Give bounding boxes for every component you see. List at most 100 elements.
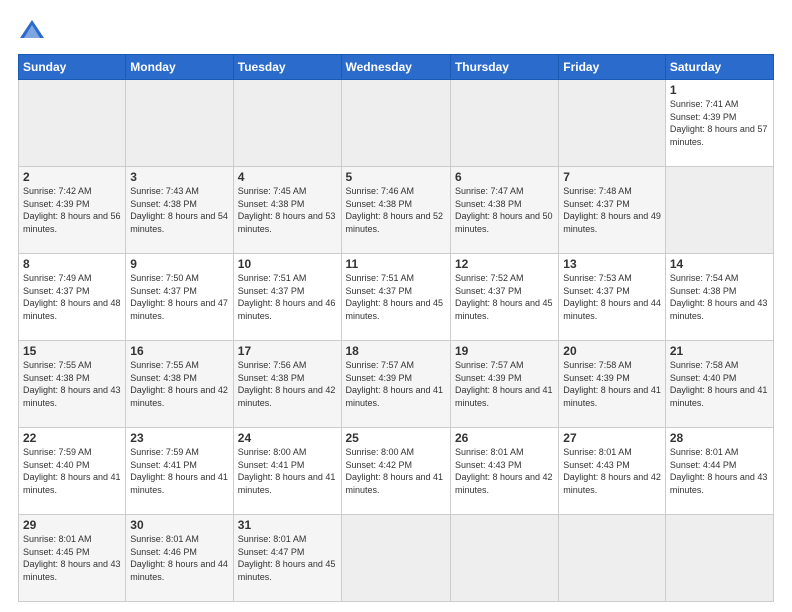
day-number: 25 — [346, 431, 446, 445]
calendar-cell: 14 Sunrise: 7:54 AMSunset: 4:38 PMDaylig… — [665, 254, 773, 341]
week-row-6: 29 Sunrise: 8:01 AMSunset: 4:45 PMDaylig… — [19, 515, 774, 602]
day-number: 12 — [455, 257, 554, 271]
day-info: Sunrise: 7:42 AMSunset: 4:39 PMDaylight:… — [23, 186, 121, 234]
calendar-cell: 7 Sunrise: 7:48 AMSunset: 4:37 PMDayligh… — [559, 167, 666, 254]
day-number: 13 — [563, 257, 661, 271]
calendar-cell: 2 Sunrise: 7:42 AMSunset: 4:39 PMDayligh… — [19, 167, 126, 254]
calendar-cell: 9 Sunrise: 7:50 AMSunset: 4:37 PMDayligh… — [126, 254, 233, 341]
day-number: 31 — [238, 518, 337, 532]
day-number: 3 — [130, 170, 228, 184]
calendar-cell: 13 Sunrise: 7:53 AMSunset: 4:37 PMDaylig… — [559, 254, 666, 341]
week-row-4: 15 Sunrise: 7:55 AMSunset: 4:38 PMDaylig… — [19, 341, 774, 428]
day-number: 21 — [670, 344, 769, 358]
calendar-cell: 26 Sunrise: 8:01 AMSunset: 4:43 PMDaylig… — [450, 428, 558, 515]
day-number: 17 — [238, 344, 337, 358]
calendar-cell: 16 Sunrise: 7:55 AMSunset: 4:38 PMDaylig… — [126, 341, 233, 428]
calendar-cell: 27 Sunrise: 8:01 AMSunset: 4:43 PMDaylig… — [559, 428, 666, 515]
calendar-cell: 5 Sunrise: 7:46 AMSunset: 4:38 PMDayligh… — [341, 167, 450, 254]
calendar-cell: 21 Sunrise: 7:58 AMSunset: 4:40 PMDaylig… — [665, 341, 773, 428]
calendar-cell — [665, 515, 773, 602]
day-number: 7 — [563, 170, 661, 184]
col-header-tuesday: Tuesday — [233, 55, 341, 80]
calendar-cell — [126, 80, 233, 167]
day-info: Sunrise: 7:57 AMSunset: 4:39 PMDaylight:… — [346, 360, 444, 408]
calendar-cell: 19 Sunrise: 7:57 AMSunset: 4:39 PMDaylig… — [450, 341, 558, 428]
day-info: Sunrise: 7:51 AMSunset: 4:37 PMDaylight:… — [238, 273, 336, 321]
calendar-cell: 6 Sunrise: 7:47 AMSunset: 4:38 PMDayligh… — [450, 167, 558, 254]
day-info: Sunrise: 7:59 AMSunset: 4:41 PMDaylight:… — [130, 447, 228, 495]
week-row-3: 8 Sunrise: 7:49 AMSunset: 4:37 PMDayligh… — [19, 254, 774, 341]
day-info: Sunrise: 8:01 AMSunset: 4:45 PMDaylight:… — [23, 534, 121, 582]
col-header-thursday: Thursday — [450, 55, 558, 80]
day-number: 29 — [23, 518, 121, 532]
calendar-cell: 11 Sunrise: 7:51 AMSunset: 4:37 PMDaylig… — [341, 254, 450, 341]
day-info: Sunrise: 7:45 AMSunset: 4:38 PMDaylight:… — [238, 186, 336, 234]
day-number: 4 — [238, 170, 337, 184]
day-info: Sunrise: 8:00 AMSunset: 4:41 PMDaylight:… — [238, 447, 336, 495]
day-number: 19 — [455, 344, 554, 358]
day-number: 22 — [23, 431, 121, 445]
calendar-cell: 31 Sunrise: 8:01 AMSunset: 4:47 PMDaylig… — [233, 515, 341, 602]
col-header-friday: Friday — [559, 55, 666, 80]
day-info: Sunrise: 7:57 AMSunset: 4:39 PMDaylight:… — [455, 360, 553, 408]
day-info: Sunrise: 7:53 AMSunset: 4:37 PMDaylight:… — [563, 273, 661, 321]
calendar-cell — [341, 515, 450, 602]
day-number: 20 — [563, 344, 661, 358]
col-header-wednesday: Wednesday — [341, 55, 450, 80]
day-number: 30 — [130, 518, 228, 532]
day-info: Sunrise: 8:01 AMSunset: 4:47 PMDaylight:… — [238, 534, 336, 582]
day-info: Sunrise: 7:41 AMSunset: 4:39 PMDaylight:… — [670, 99, 768, 147]
day-number: 27 — [563, 431, 661, 445]
day-info: Sunrise: 7:58 AMSunset: 4:39 PMDaylight:… — [563, 360, 661, 408]
day-number: 9 — [130, 257, 228, 271]
day-number: 10 — [238, 257, 337, 271]
day-number: 6 — [455, 170, 554, 184]
calendar-cell: 30 Sunrise: 8:01 AMSunset: 4:46 PMDaylig… — [126, 515, 233, 602]
calendar-cell: 18 Sunrise: 7:57 AMSunset: 4:39 PMDaylig… — [341, 341, 450, 428]
day-info: Sunrise: 7:55 AMSunset: 4:38 PMDaylight:… — [23, 360, 121, 408]
day-number: 23 — [130, 431, 228, 445]
day-number: 11 — [346, 257, 446, 271]
day-number: 14 — [670, 257, 769, 271]
logo — [18, 16, 50, 44]
day-info: Sunrise: 8:01 AMSunset: 4:43 PMDaylight:… — [455, 447, 553, 495]
day-info: Sunrise: 8:01 AMSunset: 4:44 PMDaylight:… — [670, 447, 768, 495]
calendar-cell — [559, 80, 666, 167]
col-header-saturday: Saturday — [665, 55, 773, 80]
week-row-5: 22 Sunrise: 7:59 AMSunset: 4:40 PMDaylig… — [19, 428, 774, 515]
day-info: Sunrise: 7:52 AMSunset: 4:37 PMDaylight:… — [455, 273, 553, 321]
header-row: SundayMondayTuesdayWednesdayThursdayFrid… — [19, 55, 774, 80]
calendar-table: SundayMondayTuesdayWednesdayThursdayFrid… — [18, 54, 774, 602]
calendar-cell — [450, 515, 558, 602]
day-info: Sunrise: 8:01 AMSunset: 4:43 PMDaylight:… — [563, 447, 661, 495]
calendar-cell — [665, 167, 773, 254]
calendar-cell — [559, 515, 666, 602]
calendar-cell: 28 Sunrise: 8:01 AMSunset: 4:44 PMDaylig… — [665, 428, 773, 515]
day-number: 15 — [23, 344, 121, 358]
day-info: Sunrise: 7:54 AMSunset: 4:38 PMDaylight:… — [670, 273, 768, 321]
week-row-1: 1 Sunrise: 7:41 AMSunset: 4:39 PMDayligh… — [19, 80, 774, 167]
day-number: 16 — [130, 344, 228, 358]
day-info: Sunrise: 7:50 AMSunset: 4:37 PMDaylight:… — [130, 273, 228, 321]
calendar-cell — [450, 80, 558, 167]
calendar-cell: 12 Sunrise: 7:52 AMSunset: 4:37 PMDaylig… — [450, 254, 558, 341]
calendar-cell: 10 Sunrise: 7:51 AMSunset: 4:37 PMDaylig… — [233, 254, 341, 341]
day-info: Sunrise: 7:43 AMSunset: 4:38 PMDaylight:… — [130, 186, 228, 234]
header — [18, 16, 774, 44]
day-number: 18 — [346, 344, 446, 358]
calendar-cell: 4 Sunrise: 7:45 AMSunset: 4:38 PMDayligh… — [233, 167, 341, 254]
calendar-cell: 3 Sunrise: 7:43 AMSunset: 4:38 PMDayligh… — [126, 167, 233, 254]
day-info: Sunrise: 7:46 AMSunset: 4:38 PMDaylight:… — [346, 186, 444, 234]
day-info: Sunrise: 7:51 AMSunset: 4:37 PMDaylight:… — [346, 273, 444, 321]
col-header-sunday: Sunday — [19, 55, 126, 80]
day-info: Sunrise: 7:59 AMSunset: 4:40 PMDaylight:… — [23, 447, 121, 495]
day-number: 28 — [670, 431, 769, 445]
calendar-cell — [341, 80, 450, 167]
day-info: Sunrise: 7:58 AMSunset: 4:40 PMDaylight:… — [670, 360, 768, 408]
day-info: Sunrise: 7:49 AMSunset: 4:37 PMDaylight:… — [23, 273, 121, 321]
week-row-2: 2 Sunrise: 7:42 AMSunset: 4:39 PMDayligh… — [19, 167, 774, 254]
calendar-cell: 17 Sunrise: 7:56 AMSunset: 4:38 PMDaylig… — [233, 341, 341, 428]
col-header-monday: Monday — [126, 55, 233, 80]
day-info: Sunrise: 7:56 AMSunset: 4:38 PMDaylight:… — [238, 360, 336, 408]
calendar-cell — [19, 80, 126, 167]
